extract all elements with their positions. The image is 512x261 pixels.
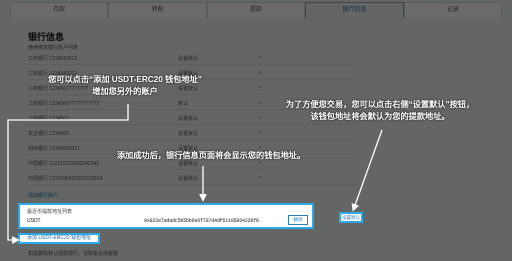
callout-add-wallet-line2: 增加您另外的账户 <box>92 87 158 96</box>
arrow-to-set-default <box>351 129 383 212</box>
callout-success: 添加成功后，银行信息页面将会显示您的钱包地址。 <box>116 151 306 160</box>
callout-set-default-line1: 为了方便您交易，您可以点击右侧“设置默认”按钮， <box>285 100 475 109</box>
arrow-to-add-button <box>7 104 129 244</box>
callout-add-wallet: 您可以点击“添加 USDT-ERC20 钱包地址” 增加您另外的账户 <box>16 74 234 98</box>
callout-add-wallet-line1: 您可以点击“添加 USDT-ERC20 钱包地址” <box>48 75 202 84</box>
callout-set-default-line2: 该钱包地址将会默认为您的提款地址。 <box>310 112 450 121</box>
callout-set-default: 为了方便您交易，您可以点击右侧“设置默认”按钮， 该钱包地址将会默认为您的提款地… <box>246 99 512 123</box>
callout-arrows <box>7 104 383 244</box>
